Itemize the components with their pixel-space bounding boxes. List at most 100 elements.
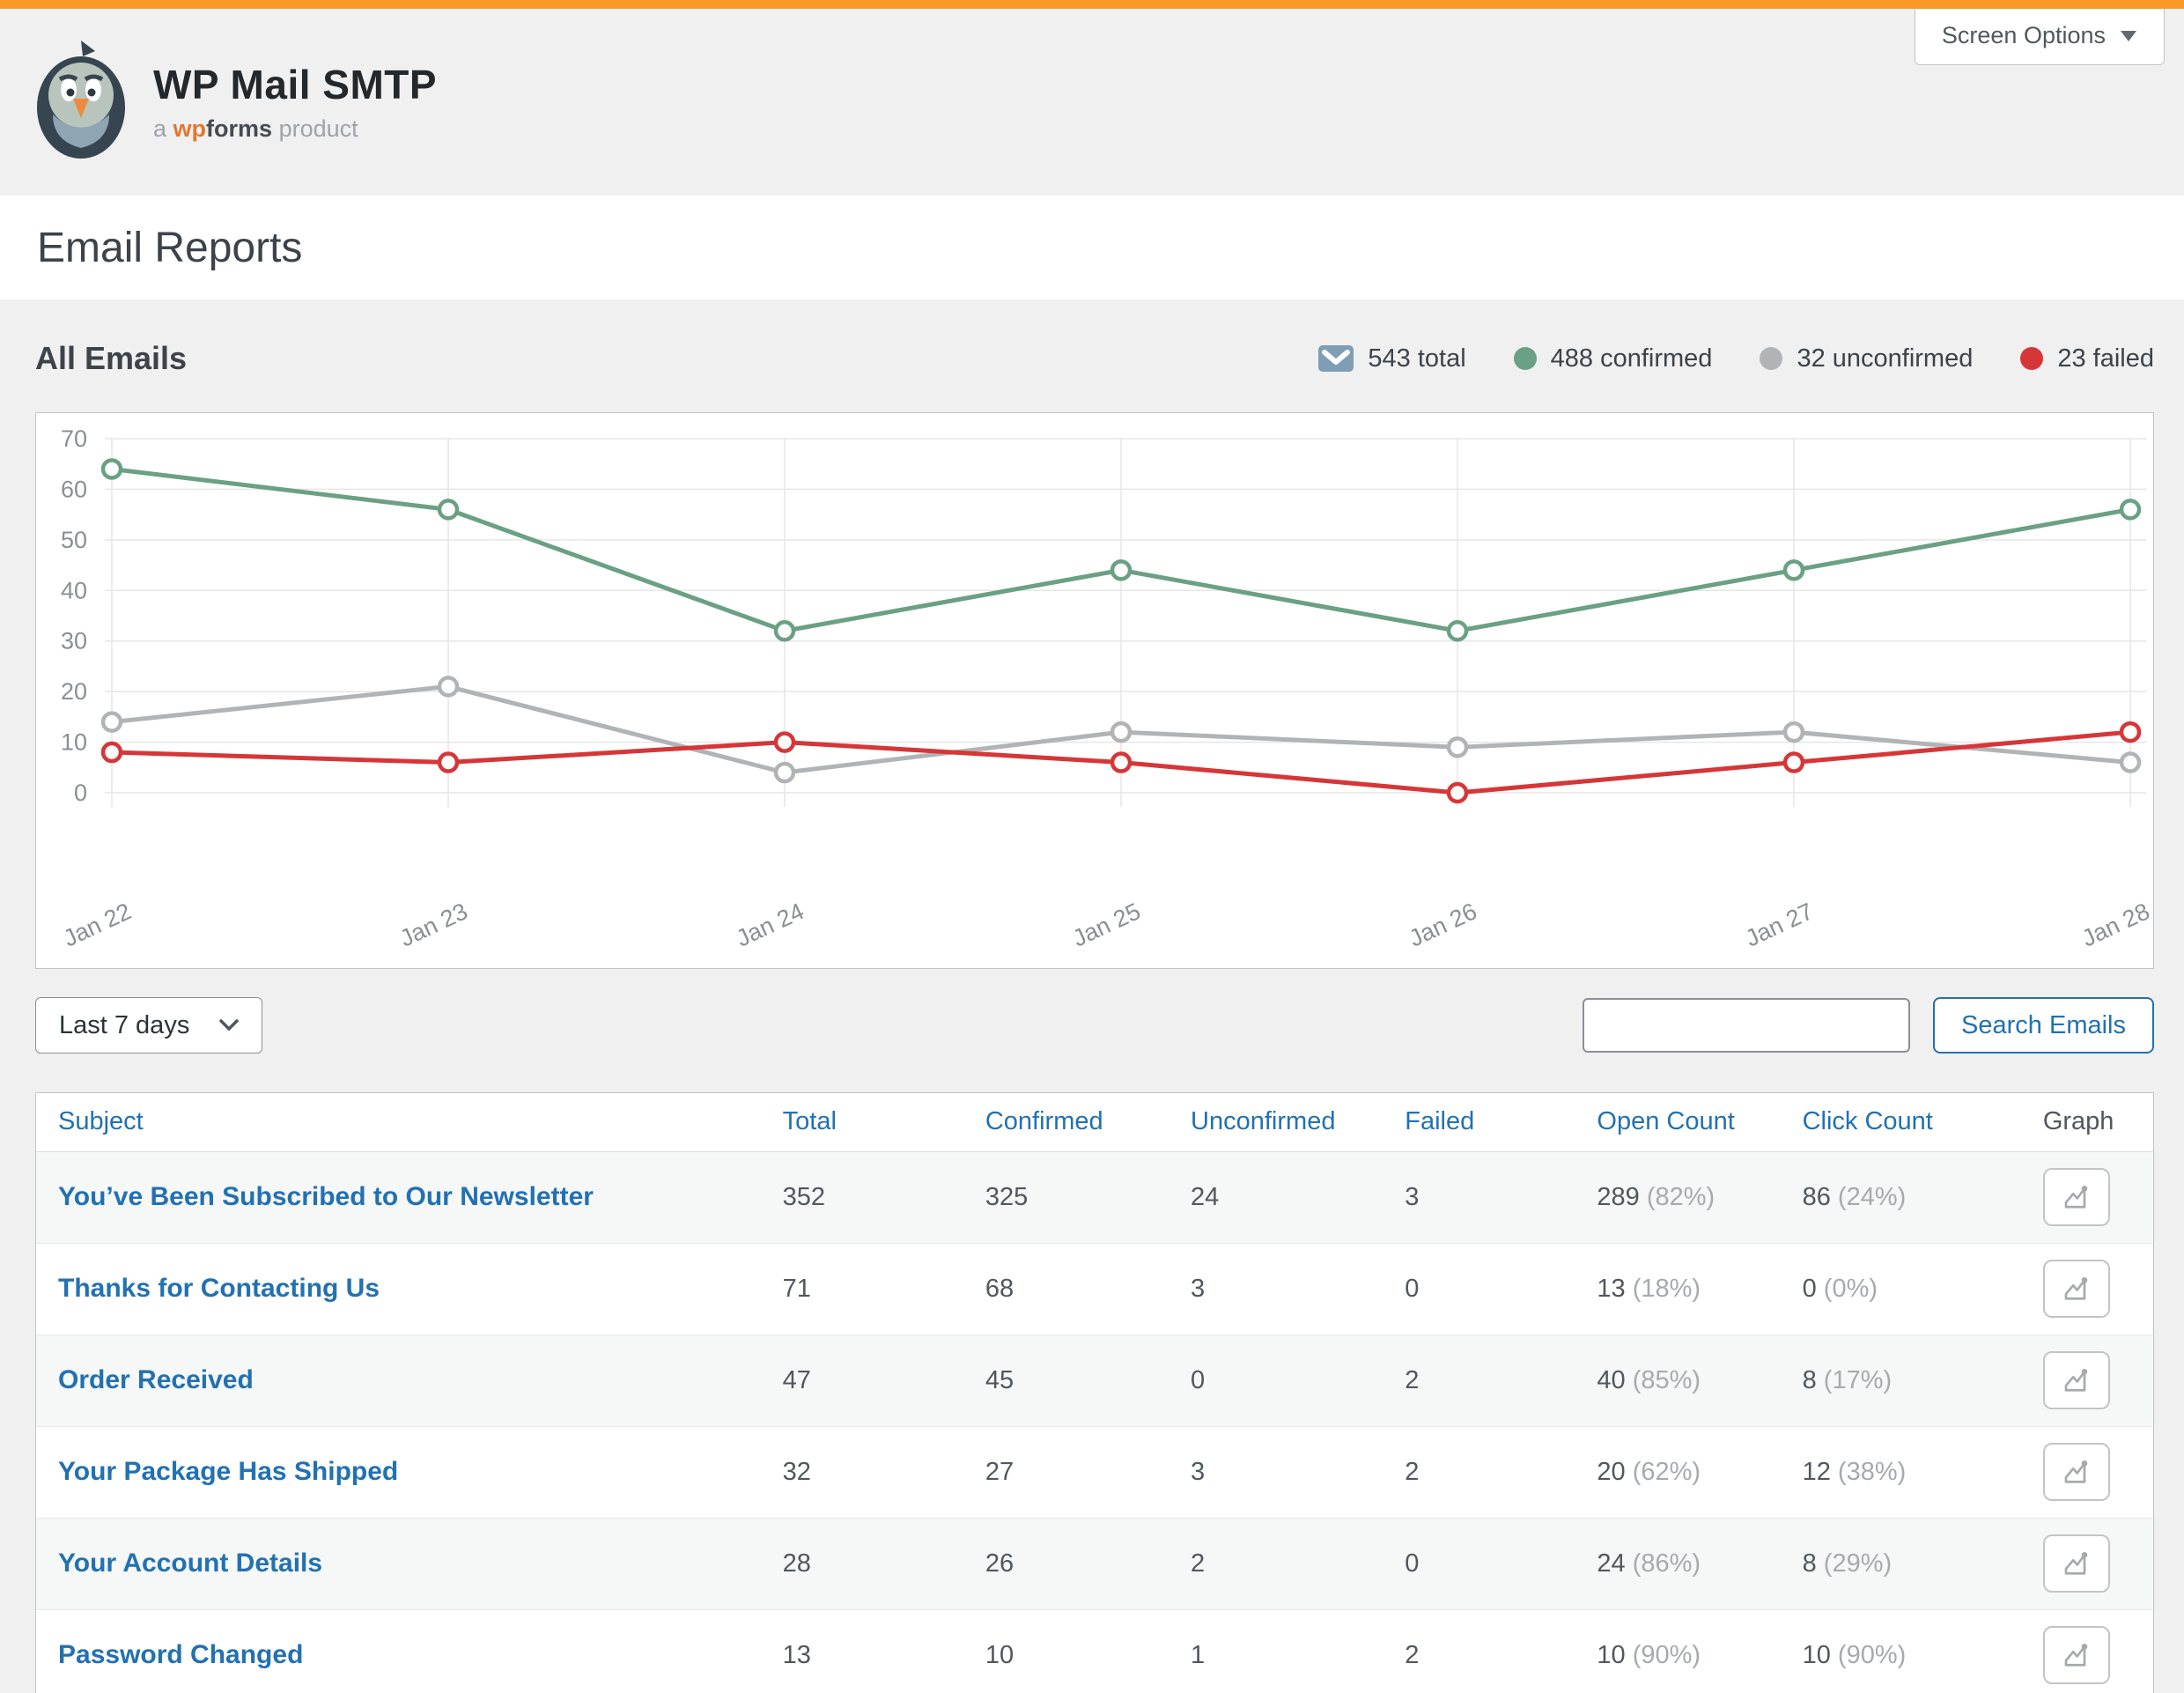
wp-mail-smtp-reports-page: Screen Options WP Mail SMTP a wpforms pr…	[0, 0, 2184, 1693]
svg-text:Jan 22: Jan 22	[59, 898, 135, 951]
data-point	[2121, 500, 2139, 518]
unconfirmed-cell: 1	[1169, 1609, 1383, 1693]
line-chart-icon	[2061, 1181, 2092, 1213]
data-point	[776, 764, 793, 781]
open-count-cell: 289 (82%)	[1575, 1151, 1780, 1243]
legend-item: 23 failed	[2020, 344, 2154, 373]
data-point	[776, 622, 793, 639]
column-sort-confirmed[interactable]: Confirmed	[985, 1107, 1103, 1135]
row-graph-button[interactable]	[2043, 1168, 2110, 1226]
failed-cell: 0	[1383, 1518, 1575, 1609]
svg-text:70: 70	[61, 425, 87, 452]
data-point	[103, 713, 121, 731]
emails-line-chart: 010203040506070Jan 22Jan 23Jan 24Jan 25J…	[35, 412, 2154, 969]
confirmed-cell: 45	[963, 1334, 1169, 1426]
row-graph-button[interactable]	[2043, 1351, 2110, 1409]
legend-item: 32 unconfirmed	[1760, 344, 1973, 373]
legend-item: 543 total	[1318, 344, 1465, 373]
data-point	[1449, 622, 1466, 639]
svg-text:30: 30	[61, 628, 87, 654]
svg-text:20: 20	[61, 678, 87, 705]
search-emails-button[interactable]: Search Emails	[1933, 997, 2154, 1054]
svg-text:40: 40	[61, 577, 87, 603]
data-point	[1112, 723, 1130, 741]
date-range-select[interactable]: Last 7 days	[35, 997, 262, 1054]
legend-label: 32 unconfirmed	[1797, 344, 1973, 373]
column-sort-total[interactable]: Total	[783, 1107, 837, 1135]
data-point	[1449, 738, 1466, 756]
confirmed-cell: 68	[963, 1243, 1169, 1334]
failed-cell: 0	[1383, 1243, 1575, 1334]
unconfirmed-cell: 0	[1169, 1334, 1383, 1426]
svg-text:Jan 27: Jan 27	[1741, 898, 1817, 951]
row-graph-button[interactable]	[2043, 1443, 2110, 1501]
column-sort-unconfirmed[interactable]: Unconfirmed	[1191, 1107, 1335, 1135]
app-tagline: a wpforms product	[153, 115, 437, 143]
unconfirmed-cell: 3	[1169, 1426, 1383, 1518]
data-point	[103, 460, 121, 477]
confirmed-cell: 27	[963, 1426, 1169, 1518]
row-graph-button[interactable]	[2043, 1534, 2110, 1593]
svg-text:60: 60	[61, 476, 87, 502]
table-header: Subject Total Confirmed Unconfirmed Failed Op…	[36, 1093, 2153, 1151]
data-point	[1785, 723, 1803, 741]
column-sort-click-count[interactable]: Click Count	[1803, 1107, 1933, 1135]
svg-text:Jan 24: Jan 24	[732, 898, 808, 951]
screen-options-button[interactable]: Screen Options	[1915, 9, 2165, 65]
data-point	[103, 743, 121, 761]
row-graph-button[interactable]	[2043, 1260, 2110, 1318]
data-point	[1112, 754, 1130, 772]
envelope-icon	[1318, 345, 1354, 372]
search-input[interactable]	[1583, 998, 1910, 1053]
column-sort-open-count[interactable]: Open Count	[1597, 1107, 1734, 1135]
page-title-band: Email Reports	[0, 196, 2184, 299]
data-point	[1449, 784, 1466, 802]
plugin-header: WP Mail SMTP a wpforms product	[0, 9, 2184, 196]
email-reports-table: Subject Total Confirmed Unconfirmed Failed Op…	[36, 1093, 2153, 1693]
svg-text:Jan 25: Jan 25	[1068, 898, 1144, 951]
row-graph-button[interactable]	[2043, 1626, 2110, 1684]
svg-text:Jan 26: Jan 26	[1405, 898, 1480, 951]
email-subject-link[interactable]: You’ve Been Subscribed to Our Newsletter	[58, 1182, 594, 1211]
total-cell: 352	[761, 1151, 963, 1243]
chevron-down-icon	[219, 1019, 239, 1031]
table-row: Password Changed13101210 (90%)10 (90%)	[36, 1609, 2153, 1693]
email-subject-link[interactable]: Thanks for Contacting Us	[58, 1274, 380, 1303]
page-title: Email Reports	[37, 224, 302, 272]
chevron-down-icon	[2120, 30, 2137, 42]
open-count-cell: 20 (62%)	[1575, 1426, 1780, 1518]
confirmed-cell: 10	[963, 1609, 1169, 1693]
date-range-value: Last 7 days	[59, 1011, 189, 1040]
data-point	[1785, 561, 1803, 579]
column-sort-failed[interactable]: Failed	[1405, 1107, 1474, 1135]
failed-cell: 3	[1383, 1151, 1575, 1243]
open-count-cell: 40 (85%)	[1575, 1334, 1780, 1426]
data-point	[2121, 754, 2139, 772]
table-row: Your Account Details28262024 (86%)8 (29%…	[36, 1518, 2153, 1609]
legend-dot-icon	[1760, 347, 1782, 370]
unconfirmed-cell: 24	[1169, 1151, 1383, 1243]
click-count-cell: 0 (0%)	[1781, 1243, 2021, 1334]
table-row: Thanks for Contacting Us71683013 (18%)0 …	[36, 1243, 2153, 1334]
unconfirmed-cell: 2	[1169, 1518, 1383, 1609]
email-subject-link[interactable]: Order Received	[58, 1365, 254, 1394]
table-row: Order Received47450240 (85%)8 (17%)	[36, 1334, 2153, 1426]
click-count-cell: 12 (38%)	[1781, 1426, 2021, 1518]
email-subject-link[interactable]: Your Account Details	[58, 1549, 322, 1578]
email-subject-link[interactable]: Your Package Has Shipped	[58, 1457, 398, 1486]
email-subject-link[interactable]: Password Changed	[58, 1640, 303, 1669]
legend-dot-icon	[1514, 347, 1537, 370]
total-cell: 28	[761, 1518, 963, 1609]
data-point	[1785, 754, 1803, 772]
svg-text:Jan 23: Jan 23	[395, 898, 471, 951]
failed-cell: 2	[1383, 1609, 1575, 1693]
legend-dot-icon	[2020, 347, 2043, 370]
total-cell: 71	[761, 1243, 963, 1334]
wpforms-brand: wp	[173, 115, 207, 142]
confirmed-cell: 26	[963, 1518, 1169, 1609]
content: All Emails 543 total488 confirmed32 unco…	[0, 340, 2184, 1693]
total-cell: 13	[761, 1609, 963, 1693]
total-cell: 47	[761, 1334, 963, 1426]
column-sort-subject[interactable]: Subject	[58, 1107, 144, 1135]
screen-options-label: Screen Options	[1942, 22, 2106, 49]
